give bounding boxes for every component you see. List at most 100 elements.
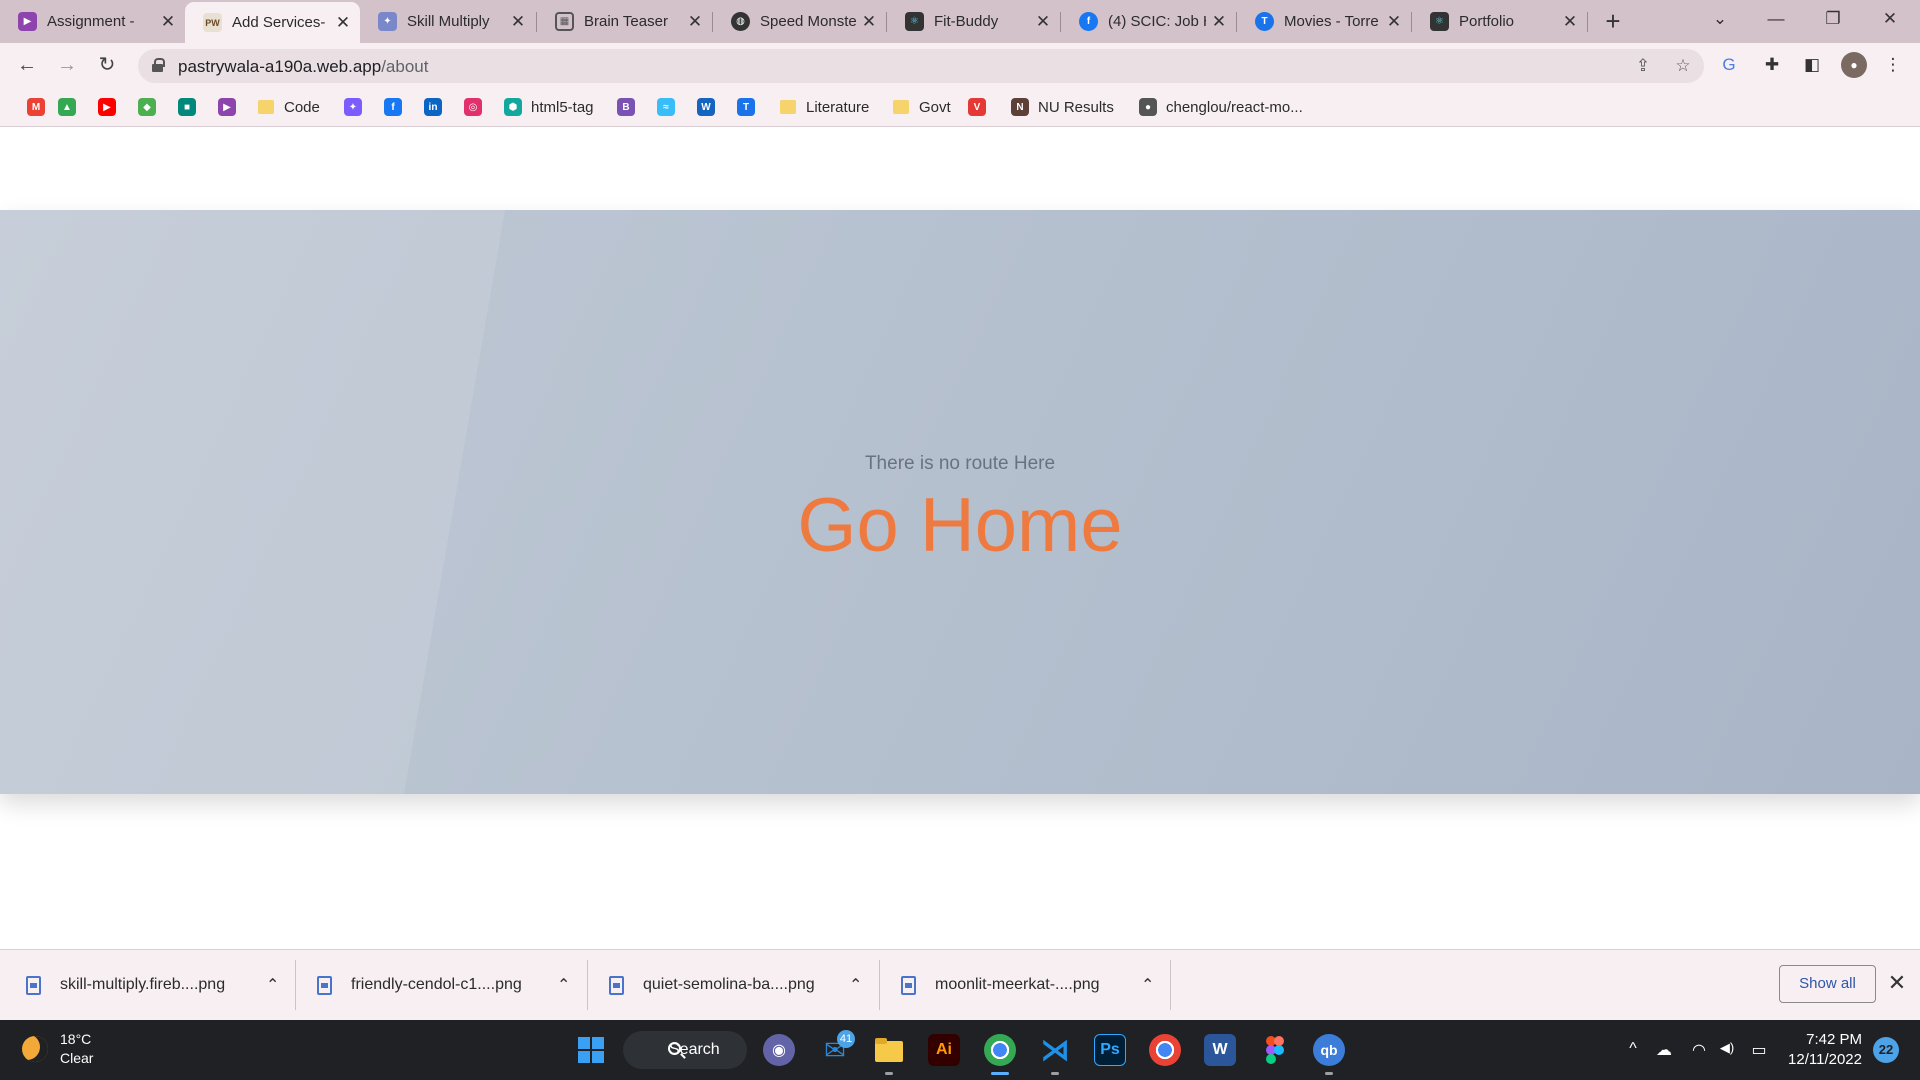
show-all-downloads-button[interactable]: Show all xyxy=(1779,965,1876,1003)
bookmark-facebook[interactable]: f xyxy=(384,96,411,118)
moon-icon xyxy=(22,1036,48,1062)
wifi-icon[interactable]: ◠ xyxy=(1688,1040,1710,1060)
qbittorrent-icon[interactable]: qb xyxy=(1313,1034,1345,1066)
download-filename: moonlit-meerkat-....png xyxy=(935,976,1100,993)
battery-icon[interactable]: ▭ xyxy=(1748,1040,1770,1060)
profile-avatar-icon[interactable]: ● xyxy=(1841,52,1867,78)
image-file-icon xyxy=(317,975,332,995)
bookmark-govt[interactable]: Govt xyxy=(893,96,951,118)
onedrive-icon[interactable]: ☁ xyxy=(1653,1040,1675,1060)
tab-close-button[interactable]: ✕ xyxy=(686,12,704,32)
chrome-icon[interactable] xyxy=(984,1034,1016,1066)
bookmark-youtube[interactable]: ▶ xyxy=(98,96,125,118)
new-tab-button[interactable]: + xyxy=(1599,7,1627,35)
bookmark-literature[interactable]: Literature xyxy=(780,96,869,118)
bookmark-instagram[interactable]: ◎ xyxy=(464,96,491,118)
bookmark-bootstrap[interactable]: B xyxy=(617,96,644,118)
bookmark-code[interactable]: Code xyxy=(258,96,320,118)
close-window-button[interactable]: ✕ xyxy=(1876,4,1904,34)
tab-speed-monster[interactable]: ◍ Speed Monste ✕ xyxy=(713,4,886,39)
chrome-profile-icon[interactable] xyxy=(1149,1034,1181,1066)
tab-fit-buddy[interactable]: ⚛ Fit-Buddy ✕ xyxy=(887,4,1060,39)
bookmark-w[interactable]: W xyxy=(697,96,724,118)
tab-add-services[interactable]: PW Add Services- ✕ xyxy=(185,2,360,43)
tab-title: (4) SCIC: Job H xyxy=(1108,13,1206,30)
bookmark-messenger[interactable]: ✦ xyxy=(344,96,371,118)
notification-count-badge[interactable]: 22 xyxy=(1873,1037,1899,1063)
forward-button[interactable]: → xyxy=(53,51,81,79)
bookmark-purple-play[interactable]: ▶ xyxy=(218,96,245,118)
chevron-up-icon[interactable]: ⌃ xyxy=(266,975,279,995)
url-text[interactable]: pastrywala-a190a.web.app/about xyxy=(178,57,428,77)
t-icon: T xyxy=(1255,12,1274,31)
download-item[interactable]: quiet-semolina-ba....png ⌃ xyxy=(583,950,875,1020)
start-icon[interactable] xyxy=(575,1034,607,1066)
restore-button[interactable]: ❐ xyxy=(1819,4,1847,34)
taskbar-search-button[interactable]: Search xyxy=(623,1031,747,1069)
no-route-message: There is no route Here xyxy=(864,453,1056,474)
download-filename: friendly-cendol-c1....png xyxy=(351,976,522,993)
chevron-up-icon[interactable]: ⌃ xyxy=(1141,975,1154,995)
tab-brain-teaser[interactable]: ▦ Brain Teaser ✕ xyxy=(537,4,712,39)
tab-scic-job[interactable]: f (4) SCIC: Job H ✕ xyxy=(1061,4,1236,39)
extensions-puzzle-icon[interactable]: ✚ xyxy=(1761,54,1783,76)
image-file-icon xyxy=(26,975,41,995)
bookmark-maps[interactable]: ◆ xyxy=(138,96,165,118)
tab-close-button[interactable]: ✕ xyxy=(1034,12,1052,32)
volume-icon[interactable]: ◀) xyxy=(1716,1040,1738,1056)
more-menu-icon[interactable]: ⋮ xyxy=(1882,54,1904,76)
minimize-button[interactable]: — xyxy=(1762,4,1790,34)
tab-close-button[interactable]: ✕ xyxy=(334,13,352,33)
gmail-icon: M xyxy=(27,98,45,116)
address-bar[interactable]: pastrywala-a190a.web.app/about ⇪ ☆ xyxy=(138,49,1704,83)
bookmark-nu-results[interactable]: N NU Results xyxy=(1011,96,1114,118)
bookmark-t[interactable]: T xyxy=(737,96,764,118)
chevron-up-icon[interactable]: ⌃ xyxy=(849,975,862,995)
bookmark-star-icon[interactable]: ☆ xyxy=(1672,55,1694,77)
back-button[interactable]: ← xyxy=(13,51,41,79)
tab-close-button[interactable]: ✕ xyxy=(1561,12,1579,32)
file-explorer-icon[interactable] xyxy=(873,1034,905,1066)
tab-close-button[interactable]: ✕ xyxy=(1385,12,1403,32)
taskbar-clock[interactable]: 7:42 PM 12/11/2022 xyxy=(1788,1030,1862,1070)
tab-search-dropdown-icon[interactable]: ⌄ xyxy=(1706,4,1734,34)
reload-button[interactable]: ↻ xyxy=(93,51,121,79)
teams-chat-icon[interactable]: ◉ xyxy=(763,1034,795,1066)
weather-widget[interactable]: 18°C Clear xyxy=(22,1030,93,1068)
download-item[interactable]: friendly-cendol-c1....png ⌃ xyxy=(291,950,583,1020)
photoshop-icon[interactable]: Ps xyxy=(1094,1034,1126,1066)
tab-close-button[interactable]: ✕ xyxy=(860,12,878,32)
figma-icon[interactable] xyxy=(1259,1034,1291,1066)
illustrator-icon[interactable]: Ai xyxy=(928,1034,960,1066)
tab-title: Assignment - xyxy=(47,13,135,30)
tab-assignment[interactable]: ▶ Assignment - ✕ xyxy=(0,4,185,39)
share-icon[interactable]: ⇪ xyxy=(1632,55,1654,77)
tab-portfolio[interactable]: ⚛ Portfolio ✕ xyxy=(1412,4,1587,39)
chevron-up-icon[interactable]: ⌃ xyxy=(557,975,570,995)
side-panel-icon[interactable]: ◧ xyxy=(1801,54,1823,76)
go-home-link[interactable]: Go Home xyxy=(0,482,1920,569)
download-item[interactable]: skill-multiply.fireb....png ⌃ xyxy=(0,950,292,1020)
tab-skill-multiply[interactable]: ✦ Skill Multiply ✕ xyxy=(360,4,535,39)
bookmark-meet[interactable]: ■ xyxy=(178,96,205,118)
tray-overflow-chevron-icon[interactable]: ^ xyxy=(1622,1040,1644,1058)
bookmark-chenglou-react-mo[interactable]: ● chenglou/react-mo... xyxy=(1139,96,1303,118)
google-translate-icon[interactable]: G xyxy=(1718,54,1740,76)
bookmark-linkedin[interactable]: in xyxy=(424,96,451,118)
download-item[interactable]: moonlit-meerkat-....png ⌃ xyxy=(875,950,1167,1020)
bookmark-tailwind[interactable]: ≈ xyxy=(657,96,684,118)
bookmark-label: Literature xyxy=(806,98,870,116)
bookmark-red-v[interactable]: V xyxy=(968,96,995,118)
tailwind-icon: ≈ xyxy=(657,98,675,116)
vscode-icon[interactable]: ⋊ xyxy=(1039,1034,1071,1067)
word-icon[interactable]: W xyxy=(1204,1034,1236,1066)
close-download-bar-icon[interactable]: ✕ xyxy=(1884,970,1910,996)
bookmark-gmail[interactable]: M xyxy=(27,96,54,118)
tab-close-button[interactable]: ✕ xyxy=(159,12,177,32)
tab-movies-torrent[interactable]: T Movies - Torre ✕ xyxy=(1237,4,1411,39)
tab-close-button[interactable]: ✕ xyxy=(509,12,527,32)
bookmark-html5-tag[interactable]: ⬢ html5-tag xyxy=(504,96,594,118)
tab-close-button[interactable]: ✕ xyxy=(1210,12,1228,32)
bookmark-drive[interactable]: ▲ xyxy=(58,96,85,118)
lock-icon[interactable] xyxy=(152,58,165,72)
